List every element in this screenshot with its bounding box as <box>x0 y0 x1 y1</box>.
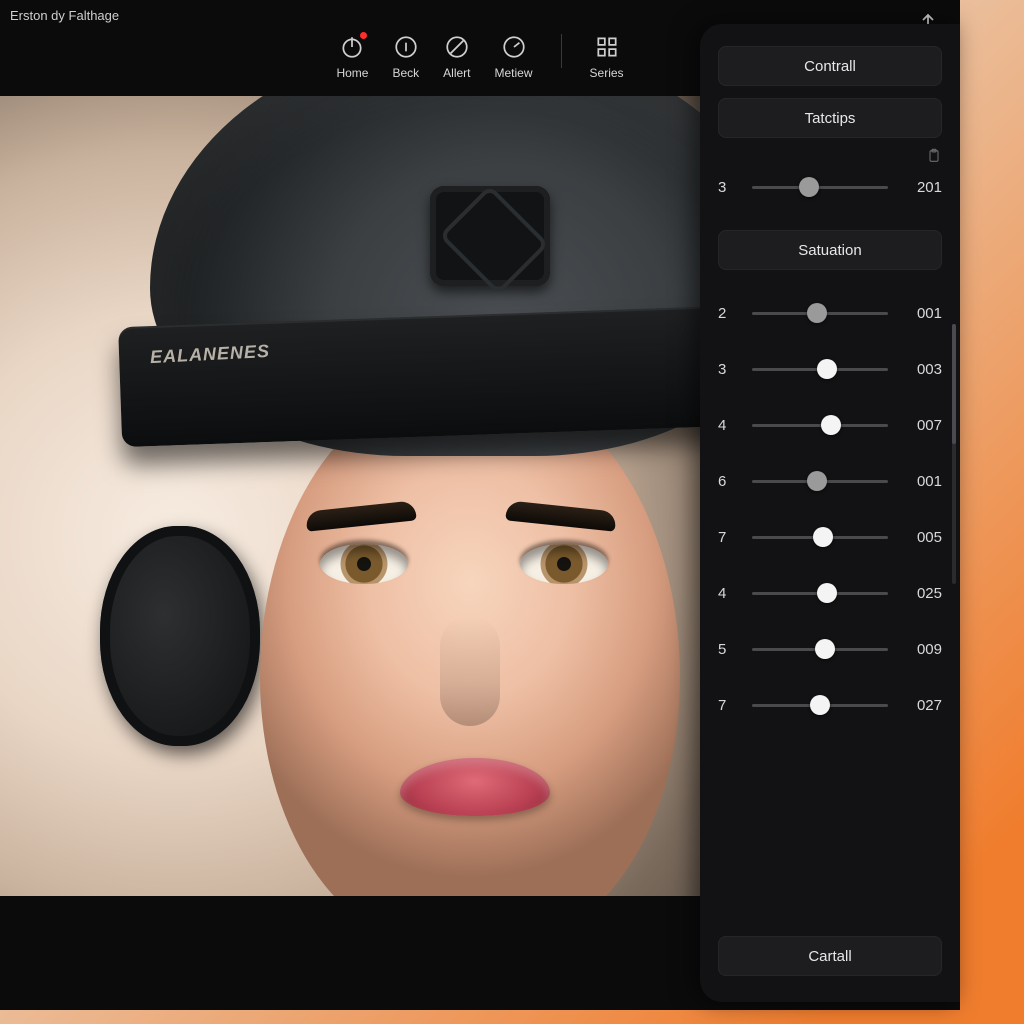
slider-right-value: 007 <box>902 417 942 434</box>
slider-right-value: 027 <box>902 697 942 714</box>
toolbar-label: Series <box>590 66 624 80</box>
slider-right-value: 009 <box>902 641 942 658</box>
slider-right-value: 001 <box>902 305 942 322</box>
toolbar-metiew-button[interactable]: Metiew <box>495 34 533 80</box>
slider-thumb[interactable] <box>813 527 833 547</box>
sat-slider-row-6: 5 009 <box>718 622 942 676</box>
slider-track[interactable] <box>752 368 888 371</box>
slider-track[interactable] <box>752 424 888 427</box>
gauge-icon <box>501 34 527 60</box>
slider-track[interactable] <box>752 480 888 483</box>
footer-button[interactable]: Cartall <box>718 936 942 976</box>
sat-slider-row-2: 4 007 <box>718 398 942 452</box>
sat-slider-row-4: 7 005 <box>718 510 942 564</box>
slider-right-value: 001 <box>902 473 942 490</box>
top-slider-row-0: 3 201 <box>718 160 942 214</box>
sat-slider-row-7: 7 027 <box>718 678 942 732</box>
sat-slider-row-5: 4 025 <box>718 566 942 620</box>
slider-track[interactable] <box>752 312 888 315</box>
slider-thumb[interactable] <box>821 415 841 435</box>
notification-dot <box>360 32 367 39</box>
slider-left-value: 2 <box>718 305 738 322</box>
panel-scrollbar[interactable] <box>952 324 956 584</box>
slider-thumb[interactable] <box>810 695 830 715</box>
section-saturation[interactable]: Satuation <box>718 230 942 270</box>
panel-tatctips-button[interactable]: Tatctips <box>718 98 942 138</box>
slider-track[interactable] <box>752 536 888 539</box>
power-icon <box>339 34 365 60</box>
toolbar-label: Metiew <box>495 66 533 80</box>
slider-left-value: 3 <box>718 179 738 196</box>
slider-track[interactable] <box>752 704 888 707</box>
slash-icon <box>444 34 470 60</box>
toolbar-home-button[interactable]: Home <box>336 34 368 80</box>
slider-thumb[interactable] <box>815 639 835 659</box>
slider-left-value: 7 <box>718 697 738 714</box>
panel-contrall-button[interactable]: Contrall <box>718 46 942 86</box>
slider-thumb[interactable] <box>799 177 819 197</box>
sat-slider-row-1: 3 003 <box>718 342 942 396</box>
app-window: Erston dy Falthage Home Beck Allert Metiew S… <box>0 0 960 1010</box>
slider-right-value: 005 <box>902 529 942 546</box>
slider-right-value: 201 <box>902 179 942 196</box>
toolbar-alert-button[interactable]: Allert <box>443 34 470 80</box>
slider-track[interactable] <box>752 648 888 651</box>
circle-i-icon <box>393 34 419 60</box>
grid-icon <box>594 34 620 60</box>
sat-slider-row-0: 2001 <box>718 286 942 340</box>
toolbar-divider <box>561 34 562 68</box>
app-title: Erston dy Falthage <box>10 8 119 23</box>
toolbar-back-button[interactable]: Beck <box>392 34 419 80</box>
slider-left-value: 6 <box>718 473 738 490</box>
toolbar-label: Allert <box>443 66 470 80</box>
slider-right-value: 025 <box>902 585 942 602</box>
slider-left-value: 7 <box>718 529 738 546</box>
slider-thumb[interactable] <box>807 303 827 323</box>
slider-right-value: 003 <box>902 361 942 378</box>
toolbar-label: Beck <box>392 66 419 80</box>
slider-left-value: 4 <box>718 417 738 434</box>
toolbar-label: Home <box>336 66 368 80</box>
slider-left-value: 5 <box>718 641 738 658</box>
toolbar-series-button[interactable]: Series <box>590 34 624 80</box>
slider-left-value: 4 <box>718 585 738 602</box>
slider-track[interactable] <box>752 592 888 595</box>
clipboard-icon[interactable] <box>926 148 942 164</box>
image-canvas[interactable]: EALANENES <box>0 96 700 896</box>
section-label: Satuation <box>798 242 861 259</box>
slider-thumb[interactable] <box>817 583 837 603</box>
sat-slider-row-3: 6 001 <box>718 454 942 508</box>
slider-thumb[interactable] <box>807 471 827 491</box>
slider-thumb[interactable] <box>817 359 837 379</box>
slider-track[interactable] <box>752 186 888 189</box>
side-panel: ContrallTatctips 3201 Satuation 20013003… <box>700 24 960 1002</box>
slider-left-value: 3 <box>718 361 738 378</box>
portrait-image: EALANENES <box>0 96 700 896</box>
